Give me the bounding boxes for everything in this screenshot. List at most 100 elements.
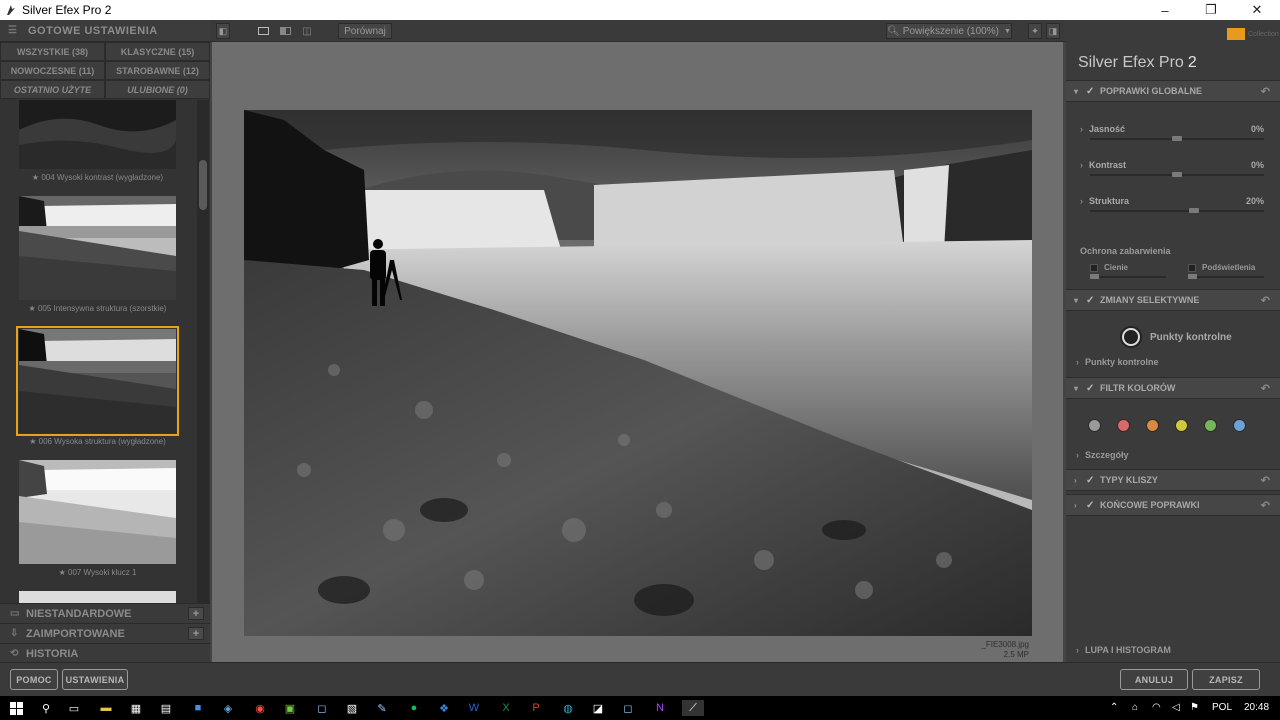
reset-icon[interactable]: ↶	[1261, 499, 1270, 512]
reset-icon[interactable]: ↶	[1261, 382, 1270, 395]
document-icon[interactable]: ▧	[344, 700, 360, 716]
slider-handle[interactable]	[1188, 274, 1197, 279]
preview-image[interactable]	[244, 110, 1032, 636]
global-adjustments-header[interactable]: ▾ ✓ POPRAWKI GLOBALNE ↶	[1066, 80, 1280, 102]
calendar-icon[interactable]: ▤	[158, 700, 174, 716]
image-canvas[interactable]: _FIE3008.jpg 2.5 MP	[212, 42, 1063, 662]
add-control-point-button[interactable]: Punkty kontrolne	[1122, 328, 1232, 346]
single-view-button[interactable]	[254, 23, 272, 39]
checkmark-icon[interactable]: ✓	[1086, 500, 1100, 511]
checkmark-icon[interactable]: ✓	[1086, 295, 1100, 306]
finishing-adjustments-header[interactable]: › ✓ KOŃCOWE POPRAWKI ↶	[1066, 494, 1280, 516]
section-history[interactable]: ⟲ HISTORIA	[0, 643, 210, 663]
zoom-dropdown[interactable]: 🔍︎ Powiększenie (100%) ▼	[886, 23, 1012, 39]
slider-handle[interactable]	[1172, 136, 1182, 141]
spotify-icon[interactable]: ●	[406, 700, 422, 716]
network-app-icon[interactable]: ◈	[220, 700, 236, 716]
dropbox-icon[interactable]: ❖	[436, 700, 452, 716]
presets-header[interactable]: ☰ GOTOWE USTAWIENIA	[0, 20, 210, 42]
keyboard-language[interactable]: POL	[1212, 702, 1232, 713]
control-points-list[interactable]: Punkty kontrolne	[1076, 357, 1159, 367]
preset-thumb[interactable]: ★ 007 Wysoki klucz 1	[19, 460, 176, 577]
slider-handle[interactable]	[1172, 172, 1182, 177]
excel-icon[interactable]: X	[498, 700, 514, 716]
shadows-slider[interactable]	[1090, 274, 1166, 279]
close-button[interactable]: ✕	[1234, 0, 1280, 20]
brightness-slider[interactable]: Jasność 0%	[1066, 124, 1280, 154]
shadows-toggle[interactable]: Cienie	[1090, 263, 1128, 272]
checkmark-icon[interactable]: ✓	[1086, 383, 1100, 394]
clock[interactable]: 20:48	[1244, 702, 1269, 713]
contrast-slider[interactable]: Kontrast 0%	[1066, 160, 1280, 190]
save-button[interactable]: ZAPISZ	[1192, 669, 1260, 690]
tray-up-arrow-icon[interactable]: ⌃	[1110, 702, 1118, 713]
reset-icon[interactable]: ↶	[1261, 474, 1270, 487]
side-by-side-view-button[interactable]: ◫	[298, 23, 316, 39]
file-explorer-icon[interactable]: ▬	[98, 700, 114, 716]
onenote-icon[interactable]: N	[652, 700, 668, 716]
checkbox-icon[interactable]	[1090, 263, 1098, 272]
filter-modern[interactable]: NOWOCZESNE (11)	[0, 61, 105, 80]
structure-slider[interactable]: Struktura 20%	[1066, 196, 1280, 226]
add-custom-button[interactable]: +	[188, 607, 204, 620]
toggle-right-panel-button[interactable]: ◨	[1046, 23, 1060, 39]
checkmark-icon[interactable]: ✓	[1086, 86, 1100, 97]
word-icon[interactable]: W	[466, 700, 482, 716]
filter-vintage[interactable]: STAROBAWNE (12)	[105, 61, 210, 80]
filter-recent[interactable]: OSTATNIO UŻYTE	[0, 80, 105, 99]
section-imported[interactable]: ⇩ ZAIMPORTOWANE +	[0, 623, 210, 643]
reset-icon[interactable]: ↶	[1261, 85, 1270, 98]
loupe-histogram-toggle[interactable]: LUPA I HISTOGRAM	[1076, 645, 1171, 655]
search-icon[interactable]: ⚲	[38, 700, 54, 716]
section-custom[interactable]: ▭ NIESTANDARDOWE +	[0, 603, 210, 623]
toggle-left-panel-button[interactable]: ◧	[216, 23, 230, 39]
checkmark-icon[interactable]: ✓	[1086, 475, 1100, 486]
editor-icon[interactable]: ◻	[314, 700, 330, 716]
cancel-button[interactable]: ANULUJ	[1120, 669, 1188, 690]
slider-track[interactable]	[1090, 172, 1264, 177]
task-view-icon[interactable]: ▭	[66, 700, 82, 716]
reset-icon[interactable]: ↶	[1261, 294, 1270, 307]
slider-track[interactable]	[1090, 136, 1264, 141]
app-icon-white[interactable]: ◪	[590, 700, 606, 716]
app-icon-editor[interactable]: ◻	[620, 700, 636, 716]
color-filter-green[interactable]	[1204, 419, 1217, 432]
slider-track[interactable]	[1090, 208, 1264, 213]
app-icon-blue[interactable]: ◍	[560, 700, 576, 716]
calculator-icon[interactable]: ▦	[128, 700, 144, 716]
filter-favorites[interactable]: ULUBIONE (0)	[105, 80, 210, 99]
selective-adjustments-header[interactable]: ▾ ✓ ZMIANY SELEKTYWNE ↶	[1066, 289, 1280, 311]
tray-volume-icon[interactable]: ◁	[1172, 702, 1180, 713]
start-icon[interactable]	[8, 700, 24, 716]
color-filter-yellow[interactable]	[1175, 419, 1188, 432]
tray-flag-icon[interactable]: ⚑	[1190, 702, 1199, 713]
add-imported-button[interactable]: +	[188, 627, 204, 640]
scrollbar-thumb[interactable]	[199, 160, 207, 210]
silver-efex-taskbar-icon[interactable]: ⟋	[682, 700, 704, 716]
powerpoint-icon[interactable]: P	[528, 700, 544, 716]
help-button[interactable]: POMOC	[10, 669, 58, 690]
tray-network-icon[interactable]: ⌂	[1132, 702, 1138, 713]
tray-wifi-icon[interactable]: ◠	[1152, 702, 1161, 713]
presets-scrollbar[interactable]	[197, 100, 209, 613]
restore-button[interactable]: ❐	[1188, 0, 1234, 20]
film-types-header[interactable]: › ✓ TYPY KLISZY ↶	[1066, 469, 1280, 491]
minimize-button[interactable]: –	[1142, 0, 1188, 20]
notepad-icon[interactable]: ▣	[282, 700, 298, 716]
checkbox-icon[interactable]	[1188, 263, 1196, 272]
chrome-icon[interactable]: ◉	[252, 700, 268, 716]
preset-thumb[interactable]: ★ 005 Intensywna struktura (szorstkie)	[19, 196, 176, 313]
filter-all[interactable]: WSZYSTKIE (38)	[0, 42, 105, 61]
filter-classic[interactable]: KLASYCZNE (15)	[105, 42, 210, 61]
color-filter-orange[interactable]	[1146, 419, 1159, 432]
highlights-toggle[interactable]: Podświetlenia	[1188, 263, 1255, 272]
background-light-button[interactable]: ✦	[1028, 23, 1042, 39]
color-filter-details[interactable]: Szczegóły	[1076, 450, 1129, 460]
preset-thumb[interactable]: ★ 004 Wysoki kontrast (wygładzone)	[19, 100, 176, 182]
slider-handle[interactable]	[1189, 208, 1200, 213]
split-view-button[interactable]	[276, 23, 294, 39]
compare-button[interactable]: Porównaj	[338, 23, 392, 39]
save-disk-icon[interactable]: ■	[190, 700, 206, 716]
color-filter-blue[interactable]	[1233, 419, 1246, 432]
feather-icon[interactable]: ✎	[374, 700, 390, 716]
